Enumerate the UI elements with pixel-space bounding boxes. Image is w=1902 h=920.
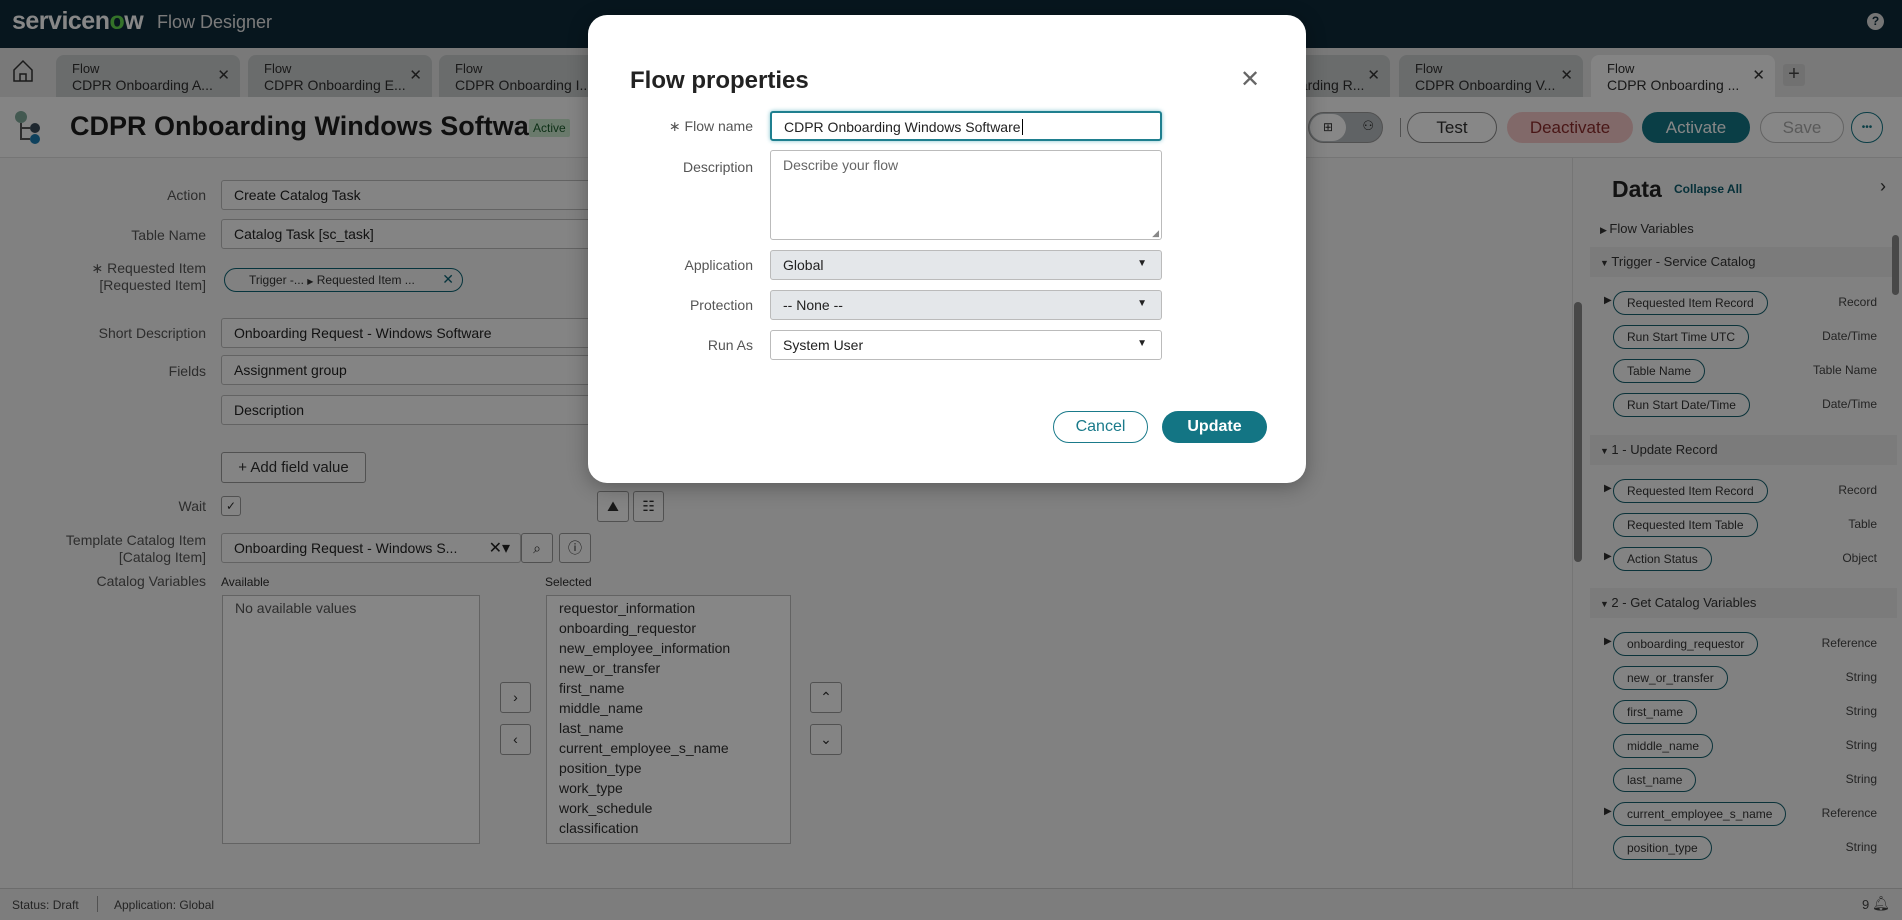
- run-as-label: Run As: [707, 337, 753, 353]
- flow-properties-modal: Flow properties ✕ ∗ Flow name CDPR Onboa…: [588, 15, 1306, 483]
- flow-name-input[interactable]: CDPR Onboarding Windows Software: [770, 111, 1162, 141]
- protection-select[interactable]: -- None -- ▼: [770, 290, 1162, 320]
- cancel-button[interactable]: Cancel: [1053, 411, 1148, 443]
- close-icon[interactable]: ✕: [1240, 65, 1260, 94]
- application-value: Global: [783, 257, 824, 273]
- flow-name-value: CDPR Onboarding Windows Software: [784, 119, 1021, 135]
- protection-label: Protection: [689, 297, 753, 313]
- protection-value: -- None --: [783, 297, 843, 313]
- update-button[interactable]: Update: [1162, 411, 1267, 443]
- flow-name-label: ∗ Flow name: [668, 118, 753, 134]
- chevron-down-icon: ▼: [1137, 298, 1147, 309]
- description-placeholder: Describe your flow: [783, 157, 899, 173]
- run-as-select[interactable]: System User ▼: [770, 330, 1162, 360]
- chevron-down-icon: ▼: [1137, 338, 1147, 349]
- resize-handle-icon[interactable]: ◢: [1152, 228, 1159, 239]
- description-textarea[interactable]: Describe your flow ◢: [770, 150, 1162, 240]
- description-label: Description: [682, 159, 753, 175]
- modal-title: Flow properties: [630, 67, 809, 94]
- application-label: Application: [684, 257, 754, 273]
- run-as-value: System User: [783, 337, 864, 353]
- chevron-down-icon: ▼: [1137, 258, 1147, 269]
- application-select[interactable]: Global ▼: [770, 250, 1162, 280]
